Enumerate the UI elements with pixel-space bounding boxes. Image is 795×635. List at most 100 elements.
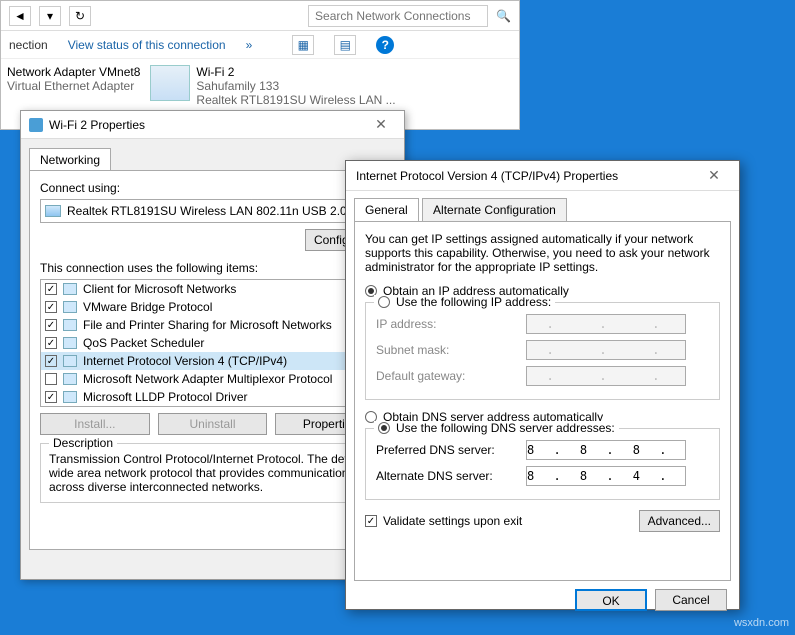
uninstall-button[interactable]: Uninstall <box>158 413 268 435</box>
list-item[interactable]: File and Printer Sharing for Microsoft N… <box>41 316 384 334</box>
adapter-vmnet8[interactable]: Network Adapter VMnet8 Virtual Ethernet … <box>7 65 140 107</box>
checkbox-icon[interactable] <box>45 391 57 403</box>
wifi-title: Wi-Fi 2 Properties <box>49 118 366 132</box>
adapter-name: Realtek RTL8191SU Wireless LAN 802.11n U… <box>67 204 365 218</box>
help-icon[interactable]: ? <box>376 36 394 54</box>
list-item[interactable]: Microsoft LLDP Protocol Driver <box>41 388 384 406</box>
dns1-input[interactable] <box>526 440 686 460</box>
item-label: Microsoft Network Adapter Multiplexor Pr… <box>83 372 332 386</box>
radio-icon <box>378 422 390 434</box>
radio-icon <box>378 296 390 308</box>
view-icon[interactable]: ▦ <box>292 35 314 55</box>
close-icon[interactable]: ✕ <box>699 167 729 184</box>
adapter-box: Realtek RTL8191SU Wireless LAN 802.11n U… <box>40 199 385 223</box>
list-item[interactable]: QoS Packet Scheduler <box>41 334 384 352</box>
validate-label: Validate settings upon exit <box>383 514 522 528</box>
checkbox-icon[interactable] <box>45 283 57 295</box>
back-button[interactable]: ◄ <box>9 6 31 26</box>
dns2-label: Alternate DNS server: <box>376 469 526 483</box>
service-icon <box>63 283 77 295</box>
tcp-intro: You can get IP settings assigned automat… <box>365 232 720 274</box>
close-icon[interactable]: ✕ <box>366 116 396 133</box>
dns-manual-group: Use the following DNS server addresses: … <box>365 428 720 500</box>
radio-label: Use the following IP address: <box>396 295 551 309</box>
checkbox-icon[interactable] <box>45 355 57 367</box>
radio-dns-manual[interactable]: Use the following DNS server addresses: <box>374 421 619 435</box>
checkbox-icon[interactable] <box>45 319 57 331</box>
item-label: QoS Packet Scheduler <box>83 336 204 350</box>
chevron-down-icon[interactable]: » <box>246 38 253 52</box>
ip-manual-group: Use the following IP address: IP address… <box>365 302 720 400</box>
mask-input <box>526 340 686 360</box>
checkbox-icon[interactable] <box>45 373 57 385</box>
tcp-panel: You can get IP settings assigned automat… <box>354 221 731 581</box>
mask-label: Subnet mask: <box>376 343 526 357</box>
list-item[interactable]: VMware Bridge Protocol <box>41 298 384 316</box>
list-item[interactable]: Client for Microsoft Networks <box>41 280 384 298</box>
wifi-titlebar: Wi-Fi 2 Properties ✕ <box>21 111 404 139</box>
advanced-button[interactable]: Advanced... <box>639 510 720 532</box>
tcp-titlebar: Internet Protocol Version 4 (TCP/IPv4) P… <box>346 161 739 191</box>
tcp-dialog-buttons: OK Cancel <box>346 581 739 619</box>
dns1-label: Preferred DNS server: <box>376 443 526 457</box>
connect-using-label: Connect using: <box>40 181 385 195</box>
wifi-icon <box>29 118 43 132</box>
cancel-button[interactable]: Cancel <box>655 589 727 611</box>
wifi-adapter-icon <box>150 65 190 101</box>
search-input[interactable] <box>308 5 488 27</box>
wifi-tabs: Networking <box>29 147 396 170</box>
description-title: Description <box>49 436 117 450</box>
wifi-tab-panel: Connect using: Realtek RTL8191SU Wireles… <box>29 170 396 550</box>
nc-cmd-status[interactable]: View status of this connection <box>68 38 226 52</box>
tcp-tabs: General Alternate Configuration <box>354 197 731 221</box>
item-label: VMware Bridge Protocol <box>83 300 212 314</box>
tab-networking[interactable]: Networking <box>29 148 111 171</box>
dropdown-icon[interactable]: ▾ <box>39 6 61 26</box>
gw-label: Default gateway: <box>376 369 526 383</box>
list-item[interactable]: Microsoft Network Adapter Multiplexor Pr… <box>41 370 384 388</box>
service-icon <box>63 319 77 331</box>
adapter-icon <box>45 205 61 217</box>
items-label: This connection uses the following items… <box>40 261 385 275</box>
list-item[interactable]: Internet Protocol Version 4 (TCP/IPv4) <box>41 352 384 370</box>
description-text: Transmission Control Protocol/Internet P… <box>49 452 376 494</box>
tab-alternate[interactable]: Alternate Configuration <box>422 198 567 222</box>
checkbox-icon <box>365 515 377 527</box>
components-list[interactable]: Client for Microsoft Networks VMware Brid… <box>40 279 385 407</box>
service-icon <box>63 391 77 403</box>
radio-ip-manual[interactable]: Use the following IP address: <box>374 295 555 309</box>
ok-button[interactable]: OK <box>575 589 647 611</box>
ip-label: IP address: <box>376 317 526 331</box>
tcp-title: Internet Protocol Version 4 (TCP/IPv4) P… <box>356 169 699 183</box>
item-label: Microsoft LLDP Protocol Driver <box>83 390 248 404</box>
details-icon[interactable]: ▤ <box>334 35 356 55</box>
gw-input <box>526 366 686 386</box>
adapter-sub: Virtual Ethernet Adapter <box>7 79 140 93</box>
nc-cmd-disable[interactable]: nection <box>9 38 48 52</box>
item-label: File and Printer Sharing for Microsoft N… <box>83 318 332 332</box>
watermark: wsxdn.com <box>734 617 789 629</box>
adapter-title: Network Adapter VMnet8 <box>7 65 140 79</box>
adapter-sub2: Realtek RTL8191SU Wireless LAN ... <box>196 93 395 107</box>
tab-general[interactable]: General <box>354 198 419 221</box>
adapter-wifi2[interactable]: Wi-Fi 2 Sahufamily 133 Realtek RTL8191SU… <box>150 65 395 107</box>
service-icon <box>63 373 77 385</box>
nc-items: Network Adapter VMnet8 Virtual Ethernet … <box>1 59 519 113</box>
adapter-sub: Sahufamily 133 <box>196 79 395 93</box>
search-icon[interactable]: 🔍 <box>496 9 511 23</box>
install-button[interactable]: Install... <box>40 413 150 435</box>
validate-checkbox[interactable]: Validate settings upon exit <box>365 514 522 528</box>
nc-toolbar: ◄ ▾ ↻ 🔍 <box>1 1 519 31</box>
description-group: Description Transmission Control Protoco… <box>40 443 385 503</box>
tcpip-properties-dialog: Internet Protocol Version 4 (TCP/IPv4) P… <box>345 160 740 610</box>
dns2-input[interactable] <box>526 466 686 486</box>
item-label: Client for Microsoft Networks <box>83 282 236 296</box>
checkbox-icon[interactable] <box>45 301 57 313</box>
checkbox-icon[interactable] <box>45 337 57 349</box>
refresh-icon[interactable]: ↻ <box>69 6 91 26</box>
service-icon <box>63 355 77 367</box>
adapter-title: Wi-Fi 2 <box>196 65 395 79</box>
service-icon <box>63 301 77 313</box>
nc-command-bar: nection View status of this connection »… <box>1 31 519 59</box>
ip-input <box>526 314 686 334</box>
